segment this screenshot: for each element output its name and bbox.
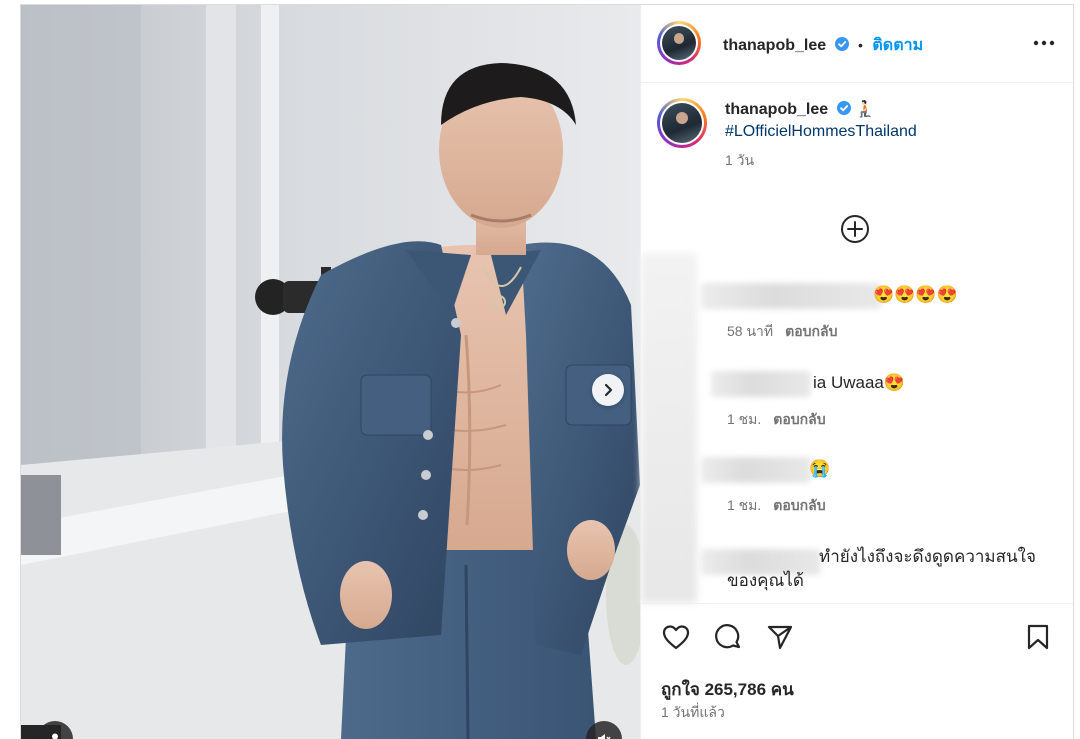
post-photo xyxy=(21,5,640,739)
comment-time[interactable]: 1 ชม. xyxy=(727,411,761,427)
post-modal: thanapob_lee • ติดตาม xyxy=(20,4,1074,739)
blurred-username xyxy=(711,371,811,397)
comment-text: 😭 xyxy=(809,457,830,481)
blurred-username xyxy=(701,457,811,483)
comment-time[interactable]: 1 ชม. xyxy=(727,497,761,513)
comment-reply-button[interactable]: ตอบกลับ xyxy=(773,497,825,513)
caption-time[interactable]: 1 วัน xyxy=(725,149,1055,171)
comment-text: ia Uwaaa😍 xyxy=(813,371,905,395)
share-button[interactable] xyxy=(765,622,795,652)
author-username[interactable]: thanapob_lee xyxy=(723,37,826,54)
more-options-button[interactable] xyxy=(1030,31,1058,55)
caption-avatar[interactable] xyxy=(657,98,707,148)
caption-username[interactable]: thanapob_lee xyxy=(725,101,828,118)
post-side-panel: thanapob_lee • ติดตาม xyxy=(640,5,1074,739)
caption-emoji: 🧎🏻 xyxy=(855,101,875,118)
post-actions: ถูกใจ 265,786 คน 1 วันที่แล้ว xyxy=(641,603,1074,739)
like-button[interactable] xyxy=(661,622,691,652)
blurred-username xyxy=(701,283,881,309)
likes-count[interactable]: ถูกใจ 265,786 คน xyxy=(661,676,794,703)
verified-badge-icon xyxy=(835,37,849,51)
heart-icon xyxy=(662,624,690,650)
comment-meta: 58 นาที ตอบกลับ xyxy=(727,321,837,343)
comments-list: 😍😍😍😍 58 นาทีตอบกลับ ia Uwaaa😍 1 ชม.ตอบกล… xyxy=(641,257,1074,603)
load-more-comments-button[interactable] xyxy=(840,214,870,244)
chevron-right-icon xyxy=(601,383,615,397)
save-button[interactable] xyxy=(1023,622,1053,652)
follow-button[interactable]: ติดตาม xyxy=(872,37,923,54)
comment-reply-button[interactable]: ตอบกลับ xyxy=(773,411,825,427)
comment-time[interactable]: 58 นาที xyxy=(727,323,773,339)
plus-circle-icon xyxy=(840,214,870,244)
bookmark-icon xyxy=(1026,623,1050,651)
caption-hashtag[interactable]: #LOfficielHommesThailand xyxy=(725,123,917,140)
comment-meta: 1 ชม. ตอบกลับ xyxy=(727,495,826,517)
comment-meta: 1 ชม. ตอบกลับ xyxy=(727,409,826,431)
post-timestamp[interactable]: 1 วันที่แล้ว xyxy=(661,702,725,724)
comment-button[interactable] xyxy=(713,622,743,652)
post-header: thanapob_lee • ติดตาม xyxy=(641,5,1074,83)
next-media-button[interactable] xyxy=(592,374,624,406)
author-avatar[interactable] xyxy=(657,21,701,65)
comment-text: 😍😍😍😍 xyxy=(873,283,958,307)
send-icon xyxy=(766,623,794,651)
header-separator: • xyxy=(858,37,863,53)
comment-text: ทำยังไงถึงจะดึงดูดความสนใจ ของคุณได้ xyxy=(727,545,1057,593)
verified-badge-icon xyxy=(837,101,851,115)
comment-icon xyxy=(714,623,742,651)
comment-reply-button[interactable]: ตอบกลับ xyxy=(785,323,837,339)
post-media[interactable] xyxy=(21,5,640,739)
more-options-icon xyxy=(1033,40,1055,46)
